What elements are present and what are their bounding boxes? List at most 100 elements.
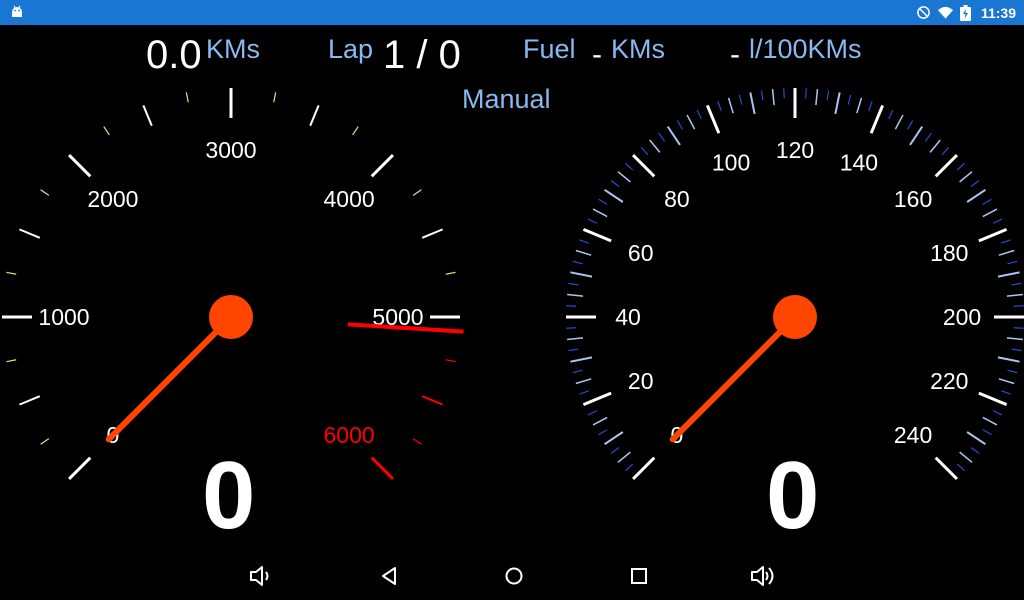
major-tick [705,104,721,134]
minor-tick [568,348,579,352]
mid-tick [604,431,624,446]
minor-tick [738,94,743,105]
minor-tick [610,446,620,454]
speedo-needle [669,314,798,443]
speedo-tick-label: 200 [943,304,981,330]
tachometer: 0100020003000400050006000 [2,88,464,480]
tacho-tick-label: 4000 [324,186,375,212]
minor-tick [992,410,1003,416]
minor-tick [592,416,608,426]
major-tick [68,154,92,178]
minor-tick [640,146,649,156]
android-debug-icon [12,5,22,17]
tacho-tick-label: 6000 [324,422,375,448]
mid-tick [604,188,624,203]
mid-tick [834,92,841,115]
mid-tick [309,105,320,127]
home-icon[interactable] [500,562,528,590]
minor-tick [1007,369,1018,374]
mid-tick [570,356,593,363]
minor-tick [587,218,598,224]
minor-tick [598,429,608,436]
tacho-tick-label: 2000 [87,186,138,212]
speedo-tick-label: 180 [930,240,968,266]
tacho-tick-label: 1000 [38,304,89,330]
minor-tick [185,92,189,103]
back-icon[interactable] [375,562,403,590]
minor-tick [445,271,456,275]
tacho-tick-label: 3000 [205,137,256,163]
minor-tick [982,208,998,218]
battery-charging-icon [959,4,971,21]
minor-tick [847,94,852,105]
speedo-tick-label: 120 [776,137,814,163]
minor-tick [649,139,661,153]
speed-digital-readout: 0 [766,442,820,549]
minor-tick [1011,348,1022,352]
volume-up-icon[interactable] [749,562,777,590]
minor-tick [888,109,894,120]
major-tick [582,227,612,243]
speedo-tick-label: 40 [615,304,641,330]
minor-tick [658,132,666,142]
mid-tick [19,395,41,406]
mid-tick [19,228,41,239]
speedo-tick-label: 60 [628,240,654,266]
minor-tick [894,114,904,130]
minor-tick [696,109,702,120]
minor-tick [924,132,932,142]
tacho-needle [105,314,234,443]
major-tick [978,227,1008,243]
navigation-bar [0,552,1024,600]
minor-tick [572,260,583,265]
minor-tick [760,90,764,101]
minor-tick [568,282,579,286]
wifi-icon [937,6,954,19]
mid-tick [421,395,443,406]
do-not-disturb-icon [917,6,930,19]
minor-tick [1006,293,1023,297]
minor-tick [40,189,50,196]
major-tick [370,154,394,178]
mid-tick [909,126,924,146]
minor-tick [956,463,966,472]
minor-tick [103,126,110,136]
mid-tick [142,105,153,127]
major-tick [869,104,885,134]
minor-tick [592,208,608,218]
minor-tick [575,249,592,256]
minor-tick [352,126,359,136]
minor-tick [6,359,17,363]
speedo-tick-label: 140 [840,150,878,176]
minor-tick [412,438,422,445]
minor-tick [826,90,830,101]
major-tick [632,154,656,178]
gauge-panel: 0100020003000400050006000 02040608010012… [2,88,1024,480]
minor-tick [575,378,592,385]
major-tick [370,456,394,480]
minor-tick [982,416,998,426]
minor-tick [959,451,973,463]
minor-tick [929,139,941,153]
minor-tick [856,97,863,114]
minor-tick [956,162,966,171]
speedo-tick-label: 80 [664,186,690,212]
mid-tick [570,271,593,278]
minor-tick [273,92,277,103]
minor-tick [982,198,992,205]
minor-tick [992,218,1003,224]
major-tick [934,154,958,178]
mid-tick [997,356,1020,363]
minor-tick [598,198,608,205]
mid-tick [749,92,756,115]
minor-tick [6,271,17,275]
minor-tick [1000,390,1011,395]
major-tick [978,391,1008,407]
minor-tick [624,463,634,472]
speedo-tick-label: 100 [712,150,750,176]
major-tick [632,456,656,480]
recents-icon[interactable] [625,562,653,590]
volume-down-icon[interactable] [247,562,275,590]
status-bar: 11:39 [0,0,1024,25]
minor-tick [998,378,1015,385]
